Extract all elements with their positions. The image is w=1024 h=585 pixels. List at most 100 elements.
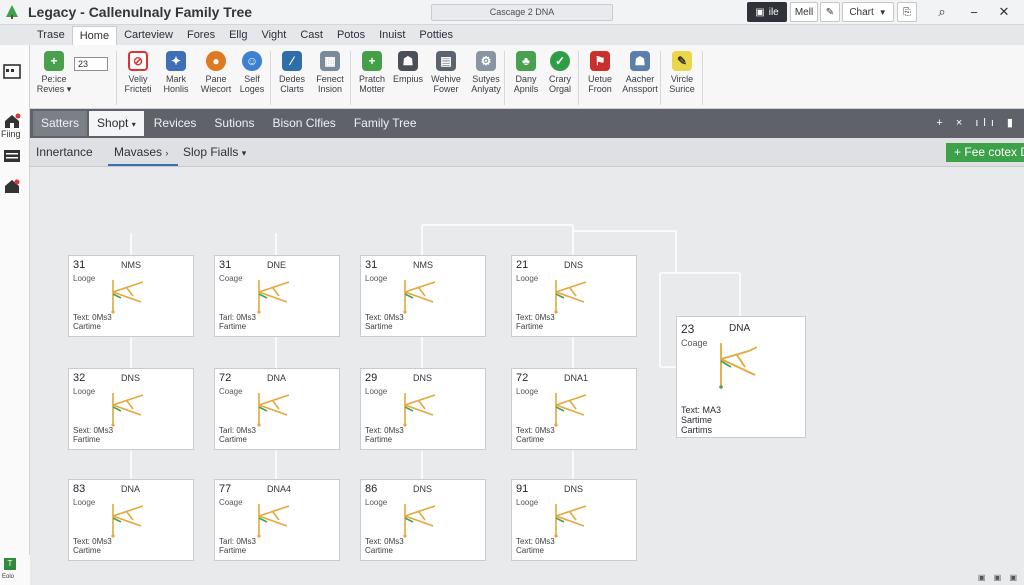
- menu-tab-home[interactable]: Home: [71, 26, 118, 45]
- add-green-icon: +: [44, 51, 64, 71]
- people-group-icon: ☗: [630, 51, 650, 71]
- ribbon-separator: [350, 51, 351, 105]
- aacher-button[interactable]: ☗ Aacher Anssport: [620, 51, 660, 105]
- menu-tab-trase[interactable]: Trase: [30, 26, 72, 45]
- person-card[interactable]: 72 DNA1 Looge Text: 0Ms3 Cartime: [511, 368, 637, 450]
- empius-button[interactable]: ☗ Empius: [388, 51, 428, 105]
- menu-tab-carteview[interactable]: Carteview: [117, 26, 180, 45]
- grid-icon: ▦: [320, 51, 340, 71]
- person-card[interactable]: 29 DNS Looge Text: 0Ms3 Fartime: [360, 368, 486, 450]
- pedigree-mini-icon: [111, 280, 144, 314]
- tab-revices[interactable]: Revices: [146, 111, 205, 136]
- person-card[interactable]: 32 DNS Looge Sext: 0Ms3 Fartime: [68, 368, 194, 450]
- tab-satters[interactable]: Satters: [33, 111, 88, 136]
- ile-button[interactable]: ▣ ile: [747, 2, 787, 22]
- tab-mavases[interactable]: Mavases ›: [114, 145, 168, 159]
- bottom-right-icons[interactable]: ▣ ▣ ▣: [978, 573, 1020, 582]
- pencil-icon: ✎: [825, 6, 835, 18]
- minimize-button[interactable]: −: [966, 2, 982, 22]
- selected-person-card[interactable]: 23 DNA Coage Text: MA3 Sartime Cartims: [676, 316, 806, 438]
- ribbon-separator: [660, 51, 661, 105]
- uetue-button[interactable]: ⚑ Uetue Froon: [580, 51, 620, 105]
- pedigree-mini-icon: [111, 504, 144, 538]
- generation-input[interactable]: 23: [74, 57, 108, 71]
- menu-tab-potos[interactable]: Potos: [330, 26, 372, 45]
- home-icon[interactable]: [3, 178, 21, 194]
- sutyes-button[interactable]: ⚙ Sutyes Anlyaty: [466, 51, 506, 105]
- pedigree-mini-icon: [403, 393, 436, 427]
- share-button[interactable]: ⎘: [897, 2, 917, 22]
- person-card[interactable]: 72 DNA Coage Tarl: 0Ms3 Cartime: [214, 368, 340, 450]
- ribbon-separator: [702, 51, 703, 105]
- tab-shopt[interactable]: Shopt ▾: [89, 111, 144, 136]
- status-text: Eolo: [2, 574, 15, 580]
- menu-tab-inuist[interactable]: Inuist: [372, 26, 412, 45]
- ribbon-separator: [504, 51, 505, 105]
- person-card[interactable]: 91 DNS Looge Text: 0Ms3 Cartime: [511, 479, 637, 561]
- pane-button[interactable]: ● Pane Wiecort: [196, 51, 236, 105]
- note-icon: ✎: [672, 51, 692, 71]
- sub-toolbar: Innertance Mavases › Slop Fialls ▾ + Fee…: [30, 138, 1024, 167]
- person-card[interactable]: 31 NMS Looge Text: 0Ms3 Cartime: [68, 255, 194, 337]
- menu-tabs: Trase Home Carteview Fores Ellg Vight Ca…: [30, 26, 460, 45]
- close-button[interactable]: ✕: [996, 2, 1012, 22]
- wehive-button[interactable]: ▤ Wehive Fower: [426, 51, 466, 105]
- toolbar-controls[interactable]: + × ılı ▮: [936, 116, 1018, 129]
- tab-innertance[interactable]: Innertance: [36, 145, 93, 159]
- chart-dropdown[interactable]: Chart ▼: [842, 2, 894, 22]
- left-rail: Fiing: [0, 45, 30, 585]
- person-card[interactable]: 77 DNA4 Coage Tarl: 0Ms3 Fartime: [214, 479, 340, 561]
- view-toolbar: Satters Shopt ▾ Revices Sutions Bison Cl…: [30, 109, 1024, 138]
- search-button[interactable]: ⌕: [934, 2, 950, 22]
- mark-button[interactable]: ✦ Mark Honlis: [156, 51, 196, 105]
- person-card[interactable]: 86 DNS Looge Text: 0Ms3 Cartime: [360, 479, 486, 561]
- chevron-down-icon: ▾: [131, 120, 136, 129]
- pedigree-mini-icon: [403, 504, 436, 538]
- crary-button[interactable]: ✓ Crary Orgal: [540, 51, 580, 105]
- orange-circle-icon: ●: [206, 51, 226, 71]
- flag-icon: ⚑: [590, 51, 610, 71]
- pedigree-mini-icon: [554, 393, 587, 427]
- list-icon[interactable]: [3, 148, 21, 164]
- gear-icon: ⚙: [476, 51, 496, 71]
- tree-canvas[interactable]: 31 NMS Looge Text: 0Ms3 Cartime 31 DNE Coag…: [30, 167, 1024, 585]
- tab-bison-clfies[interactable]: Bison Clfies: [264, 111, 343, 136]
- self-button[interactable]: ☺ Self Loges: [232, 51, 272, 105]
- revies-dropdown: Revies ▾: [36, 84, 72, 94]
- person-card[interactable]: 31 DNE Coage Tarl: 0Ms3 Fartime: [214, 255, 340, 337]
- home-tree-icon[interactable]: [3, 113, 21, 129]
- menu-tab-cast[interactable]: Cast: [293, 26, 330, 45]
- person-card[interactable]: 83 DNA Looge Text: 0Ms3 Cartime: [68, 479, 194, 561]
- add-dna-button[interactable]: + Fee cotex DNA: [946, 143, 1024, 162]
- search-input[interactable]: Cascage 2 DNA: [431, 4, 613, 21]
- prices-button[interactable]: + Pe:ice Revies ▾: [34, 51, 74, 105]
- pedigree-mini-icon: [257, 280, 290, 314]
- person-card[interactable]: 21 DNS Looge Text: 0Ms3 Fartime: [511, 255, 637, 337]
- menu-tab-vight[interactable]: Vight: [254, 26, 293, 45]
- calendar-icon[interactable]: [3, 63, 21, 79]
- vircle-button[interactable]: ✎ Vircle Surice: [662, 51, 702, 105]
- pencil-button[interactable]: ✎: [820, 2, 840, 22]
- check-icon: ✓: [550, 51, 570, 71]
- person-card[interactable]: 31 NMS Looge Text: 0Ms3 Sartime: [360, 255, 486, 337]
- tab-slop-fialls[interactable]: Slop Fialls ▾: [183, 145, 246, 159]
- menu-tab-potties[interactable]: Potties: [412, 26, 460, 45]
- tab-sutions[interactable]: Sutions: [206, 111, 262, 136]
- fenect-button[interactable]: ▦ Fenect Insion: [310, 51, 350, 105]
- menu-tab-fores[interactable]: Fores: [180, 26, 222, 45]
- tab-family-tree[interactable]: Family Tree: [346, 111, 425, 136]
- mell-button[interactable]: Mell: [790, 2, 818, 22]
- pedigree-mini-icon: [257, 504, 290, 538]
- add-square-icon: +: [362, 51, 382, 71]
- magic-wand-icon: ⁄: [282, 51, 302, 71]
- ribbon-separator: [270, 51, 271, 105]
- menu-tab-ellg[interactable]: Ellg: [222, 26, 254, 45]
- pratch-button[interactable]: + Pratch Motter: [352, 51, 392, 105]
- puzzle-icon: ✦: [166, 51, 186, 71]
- dedes-button[interactable]: ⁄ Dedes Clarts: [272, 51, 312, 105]
- active-underline: [108, 164, 178, 166]
- ribbon: + Pe:ice Revies ▾ 23 ⊘ Veliy Fricteti ✦ …: [30, 45, 1024, 109]
- veliy-button[interactable]: ⊘ Veliy Fricteti: [118, 51, 158, 105]
- pedigree-mini-icon: [554, 280, 587, 314]
- ribbon-separator: [578, 51, 579, 105]
